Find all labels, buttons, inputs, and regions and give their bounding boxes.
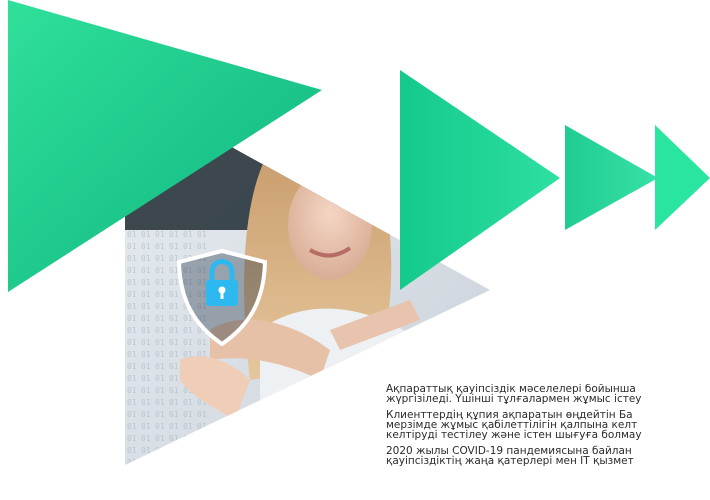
body-text: Ақпараттық қауіпсіздік мәселелері бойынш…: [386, 384, 710, 500]
green-triangle-1: [400, 70, 560, 290]
paragraph-3: 2020 жылы COVID-19 пандемиясына байлан қ…: [386, 446, 710, 467]
paragraph-2: Клиенттердің құпия ақпаратын өңдейтін Ба…: [386, 410, 710, 441]
paragraph-1: Ақпараттық қауіпсіздік мәселелері бойынш…: [386, 384, 710, 404]
green-triangle-3: [655, 125, 710, 230]
text-line: жүргізіледі. Үшінші тұлғалармен жұмыс іс…: [386, 393, 642, 405]
green-triangle-2: [565, 125, 658, 230]
text-line: келтіруді тестілеу және істен шығуға бол…: [386, 429, 642, 441]
text-line: қауіпсіздіктің жаңа қатерлері мен IT қыз…: [386, 455, 634, 467]
